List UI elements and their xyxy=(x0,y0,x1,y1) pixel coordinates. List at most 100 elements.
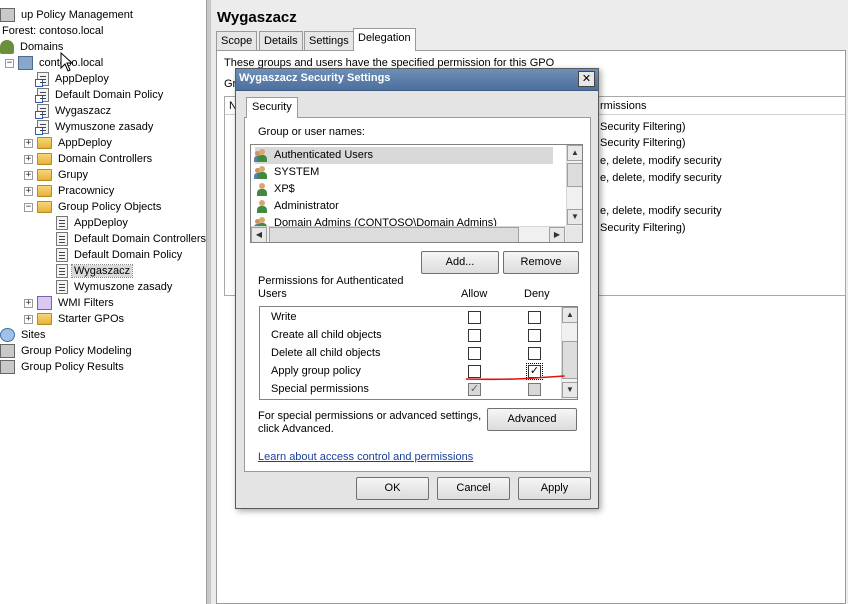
tree-item[interactable]: Group Policy Modeling xyxy=(0,343,134,359)
expand-icon[interactable]: + xyxy=(24,186,33,196)
user-list-item[interactable]: Administrator xyxy=(255,198,553,215)
dialog-titlebar[interactable]: Wygaszacz Security Settings ✕ xyxy=(236,69,598,91)
tree-item[interactable]: Forest: contoso.local xyxy=(0,23,106,39)
tree-item[interactable]: Group Policy Results xyxy=(0,359,126,375)
tree-item[interactable]: Wygaszacz xyxy=(24,103,113,120)
delegation-row-permission[interactable]: e, delete, modify security xyxy=(600,170,722,186)
permission-name: Apply group policy xyxy=(271,365,361,377)
tree-item[interactable]: −contoso.local xyxy=(5,55,105,71)
learn-link[interactable]: Learn about access control and permissio… xyxy=(258,451,473,463)
permission-name: Create all child objects xyxy=(271,329,382,341)
expand-icon[interactable]: + xyxy=(24,298,33,308)
tree-item-label: Sites xyxy=(21,329,46,341)
tree-item[interactable]: + WMI Filters xyxy=(24,295,116,311)
expand-icon[interactable]: + xyxy=(24,138,33,148)
tree-item[interactable]: AppDeploy xyxy=(43,215,130,231)
tab-scope[interactable]: Scope xyxy=(216,31,258,51)
deny-checkbox[interactable] xyxy=(528,347,541,360)
user-list-item[interactable]: XP$ xyxy=(255,181,553,198)
tab-security[interactable]: Security xyxy=(246,97,298,118)
tab-delegation[interactable]: Delegation xyxy=(353,28,416,51)
advanced-button[interactable]: Advanced xyxy=(487,408,577,431)
permission-name: Delete all child objects xyxy=(271,347,381,359)
delegation-row-permission[interactable]: e, delete, modify security xyxy=(600,153,722,169)
gpo-icon xyxy=(56,232,68,247)
tree-item[interactable]: Default Domain Policy xyxy=(43,247,184,263)
expand-icon[interactable]: + xyxy=(24,314,33,324)
collapse-icon[interactable]: − xyxy=(24,202,33,212)
ok-button[interactable]: OK xyxy=(356,477,429,500)
tree-item[interactable]: + Grupy xyxy=(24,167,90,183)
deny-checkbox[interactable] xyxy=(528,311,541,324)
deny-checkbox[interactable] xyxy=(528,329,541,342)
tree-item[interactable]: − Group Policy Objects xyxy=(24,199,163,215)
users-listbox[interactable]: Authenticated Users SYSTEM XP$ Administrato… xyxy=(250,144,583,243)
tree-item[interactable]: + AppDeploy xyxy=(24,135,114,151)
tree-item[interactable]: + Starter GPOs xyxy=(24,311,126,327)
tree-item-label: Default Domain Policy xyxy=(55,89,164,101)
delegation-row-permission[interactable]: e, delete, modify security xyxy=(600,203,722,219)
scroll-corner xyxy=(566,226,582,242)
deny-checkbox xyxy=(528,383,541,396)
remove-button[interactable]: Remove xyxy=(503,251,579,274)
permission-row: Special permissions xyxy=(260,380,560,398)
hscroll-thumb[interactable] xyxy=(269,227,519,242)
allow-checkbox[interactable] xyxy=(468,329,481,342)
user-list-item[interactable]: Authenticated Users xyxy=(254,147,553,164)
tree-item[interactable]: AppDeploy xyxy=(24,71,111,88)
apply-button[interactable]: Apply xyxy=(518,477,591,500)
delegation-row-permission[interactable]: Security Filtering) xyxy=(600,135,686,151)
permission-row: Create all child objects xyxy=(260,326,560,344)
folder-icon xyxy=(37,313,52,326)
tree-item-label: AppDeploy xyxy=(55,73,109,85)
cancel-button[interactable]: Cancel xyxy=(437,477,510,500)
scroll-right-icon[interactable]: ▶ xyxy=(549,227,565,242)
collapse-icon[interactable]: − xyxy=(5,58,14,68)
permissions-listbox[interactable]: Write Create all child objects Delete all … xyxy=(259,306,578,400)
tree-item[interactable]: up Policy Management xyxy=(0,7,135,23)
tree-item-label: WMI Filters xyxy=(58,297,114,309)
users-vertical-scrollbar[interactable]: ▲ ▼ xyxy=(566,145,582,226)
tree-item[interactable]: Domains xyxy=(0,39,65,55)
delegation-row-permission[interactable]: Security Filtering) xyxy=(600,220,686,236)
tree-item[interactable]: Sites xyxy=(0,327,47,343)
tree-item[interactable]: + Domain Controllers xyxy=(24,151,154,167)
tree-item[interactable]: Wymuszone zasady xyxy=(43,279,174,295)
tree-item[interactable]: Default Domain Policy xyxy=(24,87,165,104)
tree-item[interactable]: Wygaszacz xyxy=(43,263,134,279)
scroll-left-icon[interactable]: ◀ xyxy=(251,227,267,242)
scroll-up-icon[interactable]: ▲ xyxy=(567,145,582,161)
permissions-scrollbar[interactable]: ▲ ▼ xyxy=(561,307,577,399)
tree-item-label: Default Domain Controllers xyxy=(74,233,206,245)
expand-icon[interactable]: + xyxy=(24,170,33,180)
close-icon: ✕ xyxy=(581,72,592,85)
perm-scroll-down-icon[interactable]: ▼ xyxy=(562,382,577,398)
results-icon xyxy=(0,360,15,375)
column-header-permissions[interactable]: rmissions xyxy=(600,100,646,112)
user-list-item[interactable]: SYSTEM xyxy=(254,164,553,181)
gpo-link-icon xyxy=(35,88,49,104)
tree-item-label: Forest: contoso.local xyxy=(2,25,104,37)
advanced-hint: For special permissions or advanced sett… xyxy=(258,410,482,422)
tree-item[interactable]: + Pracownicy xyxy=(24,183,116,199)
user-name: XP$ xyxy=(274,183,295,195)
permission-row: Delete all child objects xyxy=(260,344,560,362)
perm-scroll-up-icon[interactable]: ▲ xyxy=(562,307,577,323)
add-button[interactable]: Add... xyxy=(421,251,499,274)
scroll-down-icon[interactable]: ▼ xyxy=(567,209,582,225)
tab-settings[interactable]: Settings xyxy=(304,31,354,51)
allow-checkbox[interactable] xyxy=(468,311,481,324)
expand-icon[interactable]: + xyxy=(24,154,33,164)
tree-item[interactable]: Wymuszone zasady xyxy=(24,119,155,136)
delegation-row-permission[interactable]: Security Filtering) xyxy=(600,119,686,135)
users-horizontal-scrollbar[interactable]: ◀ ▶ xyxy=(251,226,566,242)
tree-item[interactable]: Default Domain Controllers xyxy=(43,231,206,247)
tab-details[interactable]: Details xyxy=(259,31,303,51)
scroll-thumb[interactable] xyxy=(567,163,582,187)
close-button[interactable]: ✕ xyxy=(578,71,595,87)
tree-item-label: Wygaszacz xyxy=(70,264,134,278)
gpo-icon xyxy=(56,280,68,295)
allow-checkbox[interactable] xyxy=(468,347,481,360)
permission-name: Write xyxy=(271,311,297,323)
advanced-hint-2: click Advanced. xyxy=(258,423,334,435)
